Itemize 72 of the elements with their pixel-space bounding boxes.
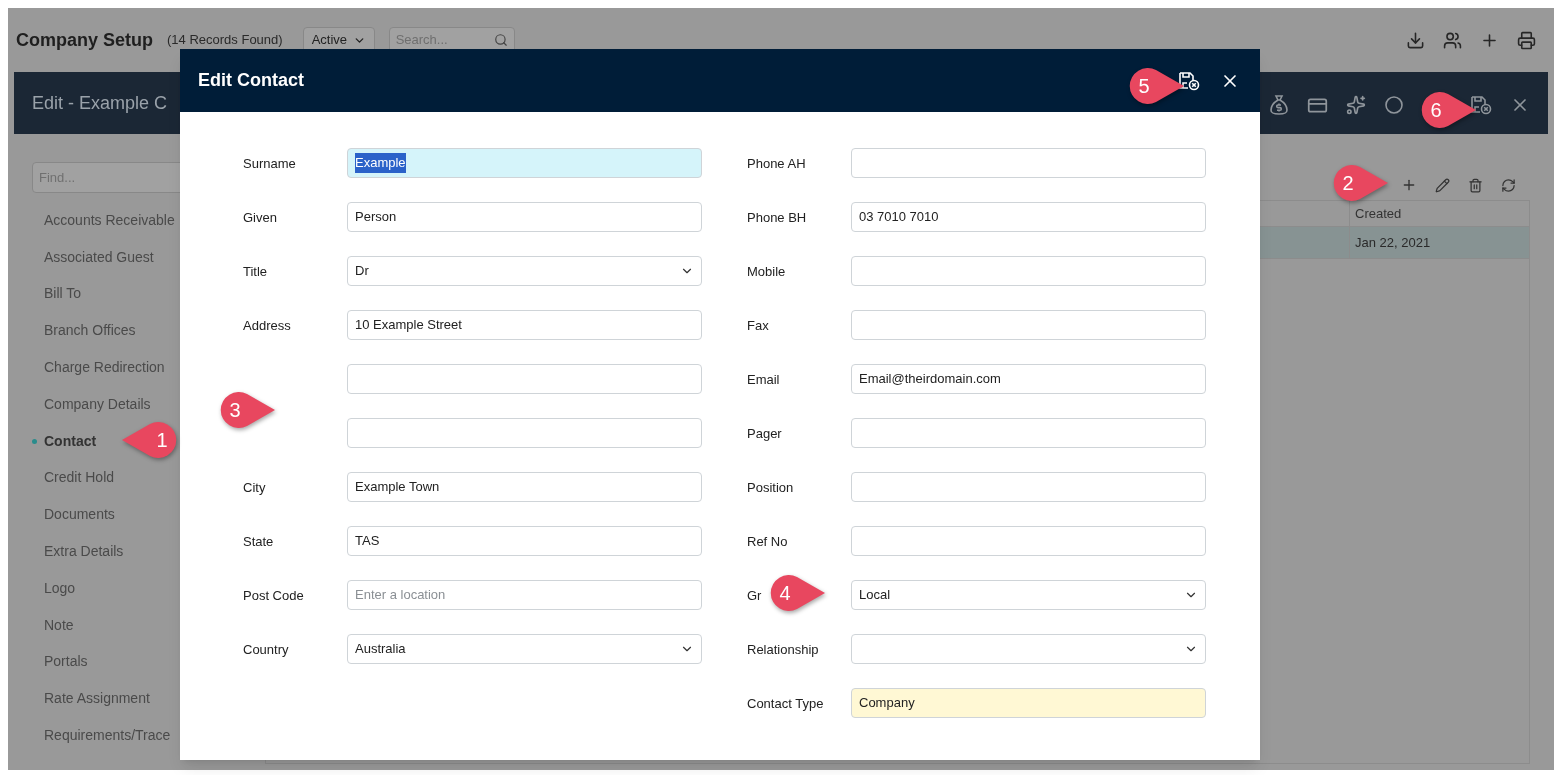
circle-icon[interactable] xyxy=(1384,95,1404,115)
sidebar-item[interactable]: Associated Guest xyxy=(44,246,154,268)
delete-icon[interactable] xyxy=(1468,177,1483,193)
sidebar-item[interactable]: Accounts Receivable xyxy=(44,209,175,231)
sidebar-item[interactable]: Contact xyxy=(44,430,97,452)
sidebar-item[interactable]: Portals xyxy=(44,651,88,673)
field-label: Relationship xyxy=(747,642,819,657)
sidebar-item[interactable]: Bill To xyxy=(44,283,82,305)
table-cell-text: Jan 22, 2021 xyxy=(1355,233,1431,252)
input-field[interactable] xyxy=(851,418,1206,448)
select-field[interactable] xyxy=(851,634,1206,664)
download-icon[interactable] xyxy=(1406,30,1425,50)
input-field[interactable]: Example Town xyxy=(347,472,702,502)
page-title: Company Setup xyxy=(16,28,153,52)
field-label: Country xyxy=(243,642,289,657)
field-label: Pager xyxy=(747,426,782,441)
select-field[interactable]: Local xyxy=(851,580,1206,610)
field-label: Given xyxy=(243,210,277,225)
input-field[interactable]: Company xyxy=(851,688,1206,718)
input-field[interactable] xyxy=(851,472,1206,502)
sidebar-item[interactable]: Branch Offices xyxy=(44,320,136,342)
input-field[interactable]: TAS xyxy=(347,526,702,556)
dialog-title: Edit Contact xyxy=(198,69,304,92)
add-icon[interactable] xyxy=(1401,177,1417,193)
records-count: (14 Records Found) xyxy=(167,31,283,50)
print-icon[interactable] xyxy=(1517,30,1536,50)
sidebar-item[interactable]: Documents xyxy=(44,504,115,526)
people-icon[interactable] xyxy=(1443,30,1462,50)
input-field[interactable]: Person xyxy=(347,202,702,232)
sparkle-icon[interactable] xyxy=(1346,95,1366,115)
search-icon xyxy=(493,33,508,47)
field-label: Phone AH xyxy=(747,156,806,171)
input-field[interactable] xyxy=(851,310,1206,340)
field-label: Fax xyxy=(747,318,769,333)
field-label: State xyxy=(243,534,274,549)
field-label: Mobile xyxy=(747,264,786,279)
field-label: Email xyxy=(747,372,780,387)
field-label: Position xyxy=(747,480,794,495)
money-bag-icon[interactable] xyxy=(1269,94,1289,116)
edit-icon[interactable] xyxy=(1435,177,1450,193)
refresh-icon[interactable] xyxy=(1501,177,1516,193)
select-field[interactable]: Australia xyxy=(347,634,702,664)
input-field[interactable]: Email@theirdomain.com xyxy=(851,364,1206,394)
input-field[interactable] xyxy=(347,364,702,394)
field-label: Surname xyxy=(243,156,296,171)
sidebar-item[interactable]: Company Details xyxy=(44,393,151,415)
edit-title: Edit - Example C xyxy=(32,91,168,115)
field-label: Title xyxy=(243,264,268,279)
sidebar-item[interactable]: Requirements/Trace xyxy=(44,725,171,747)
field-label: Address xyxy=(243,318,291,333)
sidebar-item[interactable]: Credit Hold xyxy=(44,467,115,489)
field-label: Contact Type xyxy=(747,696,824,711)
input-field[interactable] xyxy=(851,256,1206,286)
sidebar-item[interactable]: Rate Assignment xyxy=(44,688,150,710)
select-field[interactable]: Dr xyxy=(347,256,702,286)
input-field[interactable] xyxy=(851,526,1206,556)
field-label: Ref No xyxy=(747,534,788,549)
input-field[interactable]: 10 Example Street xyxy=(347,310,702,340)
input-field[interactable]: Example xyxy=(347,148,702,178)
save-cancel-icon[interactable] xyxy=(1178,70,1200,91)
sidebar-item[interactable]: Note xyxy=(44,614,74,636)
input-field[interactable]: 03 7010 7010 xyxy=(851,202,1206,232)
input-field[interactable] xyxy=(347,418,702,448)
sidebar-item[interactable]: Logo xyxy=(44,577,76,599)
input-field[interactable]: Enter a location xyxy=(347,580,702,610)
field-label: Post Code xyxy=(243,588,304,603)
sidebar-item[interactable]: Extra Details xyxy=(44,541,124,563)
field-label: Phone BH xyxy=(747,210,807,225)
sidebar-item[interactable]: Charge Redirection xyxy=(44,357,165,379)
input-field[interactable] xyxy=(851,148,1206,178)
field-label: City xyxy=(243,480,266,495)
field-label: Gr xyxy=(747,588,762,603)
